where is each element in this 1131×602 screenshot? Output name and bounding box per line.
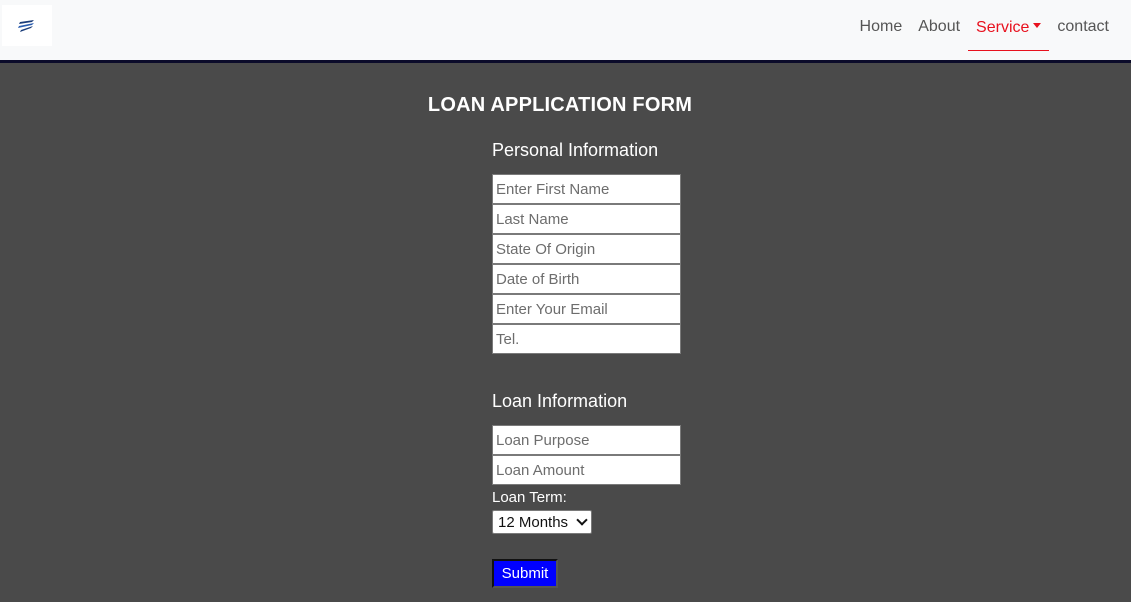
tel-input[interactable] bbox=[492, 324, 681, 354]
chevron-down-icon bbox=[576, 514, 588, 526]
nav-contact[interactable]: contact bbox=[1049, 4, 1117, 50]
submit-button[interactable]: Submit bbox=[492, 559, 558, 588]
loan-amount-input[interactable] bbox=[492, 455, 681, 485]
loan-term-selected-value: 12 Months bbox=[498, 513, 569, 531]
personal-info-fields bbox=[492, 174, 681, 354]
date-of-birth-input[interactable] bbox=[492, 264, 681, 294]
email-input[interactable] bbox=[492, 294, 681, 324]
last-name-input[interactable] bbox=[492, 204, 681, 234]
nav-home[interactable]: Home bbox=[852, 4, 911, 50]
nav-service-label: Service bbox=[976, 18, 1030, 36]
loan-term-select[interactable]: 12 Months bbox=[492, 510, 592, 534]
loan-term-label: Loan Term: bbox=[492, 489, 567, 506]
loan-purpose-input[interactable] bbox=[492, 425, 681, 455]
nav-home-label: Home bbox=[859, 18, 903, 35]
state-of-origin-input[interactable] bbox=[492, 234, 681, 264]
loan-info-fields bbox=[492, 425, 681, 485]
personal-info-heading: Personal Information bbox=[492, 140, 659, 160]
nav-links: Home About Service contact bbox=[852, 0, 1117, 54]
brand-logo[interactable] bbox=[2, 5, 52, 46]
nav-service-dropdown[interactable]: Service bbox=[968, 5, 1050, 51]
navbar: Home About Service contact bbox=[0, 0, 1131, 63]
caret-down-icon bbox=[1033, 23, 1042, 28]
first-name-input[interactable] bbox=[492, 174, 681, 204]
loan-info-heading: Loan Information bbox=[492, 391, 628, 411]
logo-icon bbox=[18, 19, 34, 32]
nav-contact-label: contact bbox=[1057, 18, 1109, 35]
nav-about-label: About bbox=[918, 18, 961, 35]
form-title: LOAN APPLICATION FORM bbox=[427, 94, 693, 116]
nav-about[interactable]: About bbox=[910, 4, 968, 50]
